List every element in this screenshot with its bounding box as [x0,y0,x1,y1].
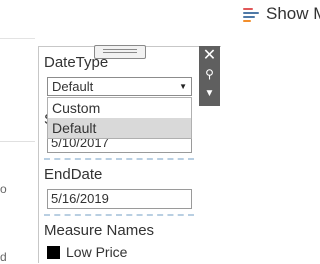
chevron-down-icon[interactable]: ▼ [179,82,187,91]
left-panel [0,38,35,263]
separator [44,158,194,160]
pin-icon[interactable]: ⚲ [199,66,220,82]
legend-item-label: Low Price [66,244,128,260]
enddate-title: EndDate [44,166,103,183]
left-text-fragment: o [0,182,7,196]
enddate-input[interactable]: 5/16/2019 [47,189,192,209]
separator [44,214,194,216]
show-me-button[interactable]: Show M [266,4,320,24]
floating-control-bar: ✕ ⚲ ▼ [199,46,220,106]
legend-swatch [47,246,60,259]
dropdown-option-custom[interactable]: Custom [48,98,191,118]
menu-arrow-icon[interactable]: ▼ [199,86,220,102]
dropdown-option-default[interactable]: Default [48,118,191,138]
datetype-title: DateType [44,54,109,71]
show-me-bars-icon[interactable] [243,7,261,23]
datetype-dropdown-list: Custom Default [47,97,192,139]
legend-title: Measure Names [44,222,155,239]
datetype-select[interactable]: Default ▼ [47,77,192,96]
datetype-selected-value: Default [52,79,94,94]
close-icon[interactable]: ✕ [199,46,220,66]
left-divider [0,141,35,142]
